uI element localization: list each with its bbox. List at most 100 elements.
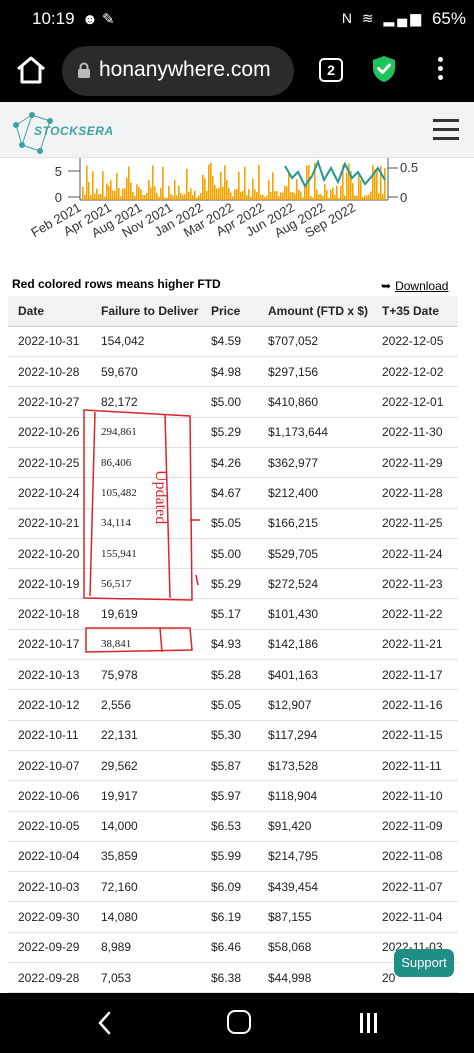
browser-menu-button[interactable] <box>432 57 448 83</box>
ftd-bar <box>138 187 140 200</box>
ftd-bar <box>178 185 180 200</box>
header-date[interactable]: Date <box>8 296 91 327</box>
ftd-bar <box>174 180 176 200</box>
ftd-bar <box>272 172 274 200</box>
cell-ftd: 19,917 <box>91 780 201 812</box>
ftd-bar <box>94 193 96 200</box>
ftd-bar <box>162 166 164 200</box>
cell-price: $6.19 <box>201 901 258 933</box>
ftd-bar <box>260 194 262 200</box>
ftd-bar <box>304 186 306 200</box>
home-icon[interactable] <box>14 54 48 86</box>
ftd-bar <box>230 192 232 200</box>
header-t35[interactable]: T+35 Date <box>372 296 458 327</box>
ftd-bar <box>192 195 194 200</box>
ftd-bar <box>194 190 196 200</box>
ftd-table: Date Failure to Deliver Price Amount (FT… <box>8 296 458 1024</box>
support-button[interactable]: Support <box>394 949 454 977</box>
back-icon[interactable] <box>95 1011 115 1035</box>
ftd-bar <box>132 192 134 200</box>
cell-date: 2022-10-26 <box>8 417 91 448</box>
cell-price: $4.59 <box>201 326 258 358</box>
ftd-bar <box>238 171 240 200</box>
download-arrow-icon: ➥ <box>381 279 392 293</box>
ftd-bar <box>332 187 334 200</box>
table-row: 2022-10-20 155,941 $5.00 $529,705 2022-11-24 <box>8 538 458 570</box>
ftd-bar <box>354 195 356 200</box>
cell-amount: $212,400 <box>258 477 372 509</box>
table-row: 2022-10-04 35,859 $5.99 $214,795 2022-11-08 <box>8 841 458 873</box>
ftd-bar <box>210 162 212 200</box>
cell-price: $5.29 <box>201 417 258 448</box>
table-row: 2022-10-11 22,131 $5.30 $117,294 2022-11-15 <box>8 720 458 751</box>
cell-t35-date: 2022-12-05 <box>372 326 458 358</box>
ftd-bar <box>296 179 298 200</box>
cell-date: 2022-10-03 <box>8 871 91 903</box>
ftd-bar <box>250 196 252 200</box>
cell-date: 2022-10-05 <box>8 811 91 842</box>
cell-ftd: 14,080 <box>91 901 201 933</box>
download-label: Download <box>395 279 449 293</box>
download-link[interactable]: ➥ Download <box>381 279 448 293</box>
site-header: STOCKSERA <box>0 102 474 158</box>
cell-t35-date: 2022-11-07 <box>372 871 458 903</box>
table-row: 2022-10-12 2,556 $5.05 $12,907 2022-11-16 <box>8 689 458 721</box>
ftd-bar <box>270 192 272 200</box>
ftd-bar <box>344 195 346 200</box>
cell-t35-date: 2022-11-11 <box>372 750 458 782</box>
cell-amount: $118,904 <box>258 780 372 812</box>
ftd-bar <box>246 195 248 200</box>
cell-ftd: 22,131 <box>91 720 201 751</box>
stocksera-logo[interactable]: STOCKSERA <box>10 107 150 155</box>
cell-price: $6.53 <box>201 811 258 842</box>
address-bar[interactable]: honanywhere.com <box>62 46 294 96</box>
table-row: 2022-10-21 34,114 $5.05 $166,215 2022-11-25 <box>8 508 458 539</box>
cell-t35-date: 2022-11-23 <box>372 568 458 600</box>
cell-t35-date: 2022-11-04 <box>372 901 458 933</box>
cell-t35-date: 2022-11-15 <box>372 720 458 751</box>
cell-ftd: 294,861 <box>91 417 201 448</box>
cell-t35-date: 2022-11-17 <box>372 659 458 691</box>
url-text: honanywhere.com <box>99 58 271 81</box>
ftd-bar <box>252 178 254 200</box>
cell-amount: $439,454 <box>258 871 372 903</box>
header-price[interactable]: Price <box>201 296 258 327</box>
cell-ftd: 155,941 <box>91 538 201 570</box>
recent-apps-icon[interactable] <box>360 1013 382 1033</box>
ftd-bar <box>122 188 124 200</box>
cell-date: 2022-09-29 <box>8 932 91 964</box>
cell-t35-date: 2022-11-29 <box>372 447 458 479</box>
cell-t35-date: 2022-11-25 <box>372 508 458 539</box>
cell-t35-date: 2022-11-16 <box>372 689 458 721</box>
ftd-bar <box>96 188 98 200</box>
cell-ftd: 34,114 <box>91 508 201 539</box>
header-amount[interactable]: Amount (FTD x $) <box>258 296 372 327</box>
cell-price: $5.05 <box>201 689 258 721</box>
table-row: 2022-10-13 75,978 $5.28 $401,163 2022-11-17 <box>8 659 458 691</box>
header-ftd[interactable]: Failure to Deliver <box>91 296 201 327</box>
ftd-chart-svg: 5 0 0.5 0 Feb 2021Apr 2021Aug 2021Nov 20… <box>28 158 418 240</box>
ftd-bar <box>214 185 216 200</box>
ftd-bar <box>92 171 94 200</box>
ftd-bar <box>336 185 338 200</box>
ftd-bar <box>322 196 324 200</box>
ftd-bar <box>328 197 330 200</box>
ftd-bar <box>232 196 234 200</box>
table-row: 2022-10-17 38,841 $4.93 $142,186 2022-11-21 <box>8 629 458 661</box>
cell-amount: $58,068 <box>258 932 372 964</box>
ftd-bar <box>82 186 84 200</box>
cell-ftd: 86,406 <box>91 447 201 479</box>
cell-price: $5.28 <box>201 659 258 691</box>
shield-check-icon[interactable] <box>372 55 396 83</box>
ftd-bar <box>208 164 210 200</box>
ftd-bar <box>206 190 208 200</box>
ftd-bar <box>360 180 362 200</box>
tab-switcher-button[interactable]: 2 <box>319 58 343 82</box>
table-row: 2022-10-28 59,670 $4.98 $297,156 2022-12-02 <box>8 356 458 388</box>
table-row: 2022-10-25 86,406 $4.26 $362,977 2022-11-29 <box>8 447 458 479</box>
home-nav-icon[interactable] <box>227 1010 251 1034</box>
ftd-bar <box>290 192 292 200</box>
cell-amount: $410,860 <box>258 386 372 418</box>
ftd-bar <box>372 165 374 200</box>
hamburger-menu-icon[interactable] <box>433 119 459 141</box>
